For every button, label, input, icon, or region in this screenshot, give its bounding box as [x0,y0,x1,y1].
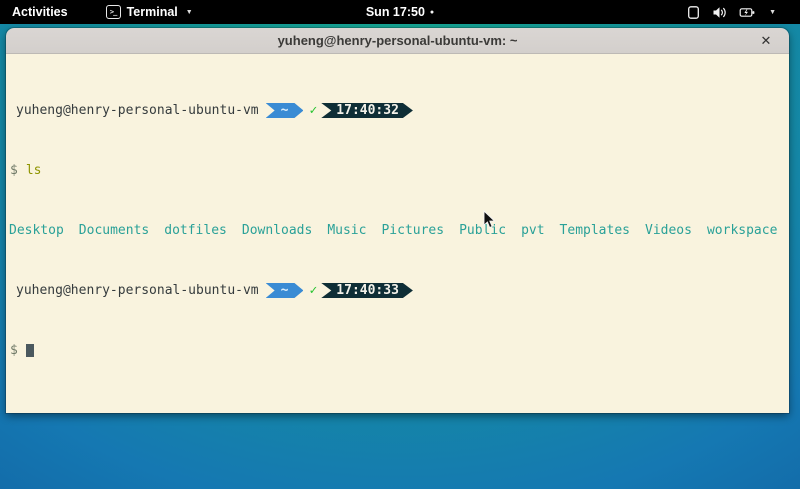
prompt-symbol: $ [9,163,18,178]
prompt-dir: ~ [281,103,289,118]
volume-icon [712,5,728,20]
file-item: Videos [645,223,692,238]
screen: Activities >_ Terminal ▼ Sun 17:50 ● [0,0,800,489]
ls-output-line: Desktop Documents dotfiles Downloads Music Pi… [9,223,786,238]
window-title: yuheng@henry-personal-ubuntu-vm: ~ [278,33,518,48]
battery-charging-icon [739,5,756,20]
system-menu-button[interactable]: ▼ [676,0,800,24]
prompt-symbol: $ [9,343,18,358]
prompt-time-segment: 17:40:32 [321,103,413,118]
prompt-time-segment: 17:40:33 [321,283,413,298]
titlebar[interactable]: yuheng@henry-personal-ubuntu-vm: ~ ✕ [6,28,789,54]
close-button[interactable]: ✕ [756,28,776,54]
prompt-dir-segment: ~ [266,283,304,298]
top-bar: Activities >_ Terminal ▼ Sun 17:50 ● [0,0,800,24]
command-text: ls [26,163,42,178]
file-item: Documents [79,223,149,238]
prompt-user: yuheng@henry-personal-ubuntu-vm [16,103,259,118]
input-line: $ [9,343,786,358]
top-bar-left: Activities >_ Terminal ▼ [0,0,203,24]
file-item: workspace [707,223,777,238]
clock-label: Sun 17:50 [366,5,425,19]
prompt-time: 17:40:32 [336,103,399,118]
prompt-line: yuheng@henry-personal-ubuntu-vm ~ ✓ 17:40:3… [9,283,786,298]
prompt-dir-segment: ~ [266,103,304,118]
activities-button[interactable]: Activities [0,0,80,24]
file-item: dotfiles [164,223,227,238]
media-indicator-dot: ● [430,9,434,16]
prompt-status-check-icon: ✓ [309,283,317,298]
file-item: Desktop [9,223,64,238]
file-item: Music [327,223,366,238]
terminal-content[interactable]: yuheng@henry-personal-ubuntu-vm ~ ✓ 17:40:3… [6,54,789,413]
file-item: pvt [521,223,544,238]
file-item: Templates [560,223,630,238]
display-icon [686,5,701,20]
file-item: Downloads [242,223,312,238]
text-cursor [26,344,34,357]
chevron-down-icon: ▼ [186,9,193,16]
terminal-icon: >_ [106,5,121,19]
terminal-window: yuheng@henry-personal-ubuntu-vm: ~ ✕ yuh… [6,28,789,413]
prompt-user: yuheng@henry-personal-ubuntu-vm [16,283,259,298]
prompt-time: 17:40:33 [336,283,399,298]
prompt-status-check-icon: ✓ [309,103,317,118]
prompt-line: yuheng@henry-personal-ubuntu-vm ~ ✓ 17:40:3… [9,103,786,118]
chevron-down-icon: ▼ [769,9,776,16]
prompt-dir: ~ [281,283,289,298]
app-menu-label: Terminal [127,5,178,19]
file-item: Public [459,223,506,238]
file-item: Pictures [381,223,444,238]
command-line: $ ls [9,163,786,178]
app-menu-button[interactable]: >_ Terminal ▼ [96,0,203,24]
